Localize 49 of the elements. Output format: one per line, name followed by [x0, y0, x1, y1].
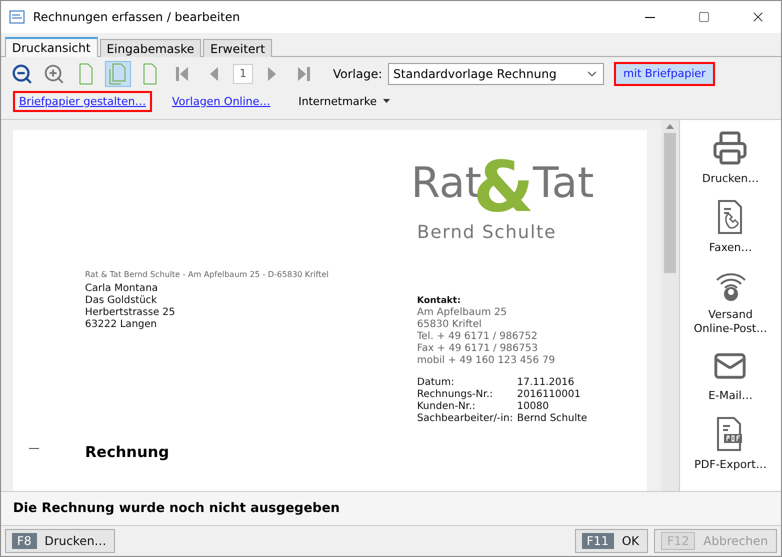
template-label: Vorlage:: [333, 66, 382, 80]
action-button[interactable]: Versand Online-Post…: [694, 268, 768, 335]
nav-icon: [296, 64, 312, 82]
detail-value: Bernd Schulte: [517, 413, 588, 425]
address-line: Das Goldstück: [85, 295, 158, 307]
address-line: Carla Montana: [85, 283, 159, 295]
menu-button[interactable]: Internetmarke: [290, 92, 398, 110]
tab[interactable]: Eingabemaske: [100, 39, 202, 57]
detail-value: 10080: [517, 401, 550, 413]
action-button[interactable]: Drucken…: [702, 130, 759, 186]
detail-label: Rechnungs-Nr.:: [417, 389, 494, 401]
template-dropdown[interactable]: Standardvorlage Rechnung: [388, 62, 604, 84]
link[interactable]: Vorlagen Online…: [166, 90, 276, 112]
sender-line: Rat & Tat Bernd Schulte - Am Apfelbaum 25 - D-65830 Kriftel: [85, 270, 330, 279]
window-title: Rechnungen erfassen / bearbeiten: [33, 10, 241, 24]
action-button[interactable]: Faxen…: [709, 199, 752, 254]
footer-button[interactable]: F11 OK: [574, 529, 648, 553]
contact-heading: Kontakt:: [417, 295, 462, 307]
tab[interactable]: Erweitert: [203, 39, 272, 57]
contact-line: 65830 Kriftel: [417, 319, 483, 331]
detail-value: 2016110001: [517, 389, 582, 401]
letterhead-button[interactable]: mit Briefpapier: [614, 62, 715, 86]
link[interactable]: Briefpapier gestalten…: [13, 90, 152, 112]
detail-label: Kunden-Nr.:: [417, 401, 476, 413]
status-message: Die Rechnung wurde noch nicht ausgegeben: [13, 501, 340, 516]
contact-line: Tel. + 49 6171 / 986752: [417, 331, 539, 343]
contact-line: Fax + 49 6171 / 986753: [417, 343, 539, 355]
footer-button[interactable]: F8 Drucken…: [5, 529, 116, 553]
action-button[interactable]: PDF-Export…: [694, 416, 767, 472]
detail-label: Datum:: [417, 377, 456, 389]
page-number-field[interactable]: 1: [233, 64, 253, 84]
document-heading: Rechnung: [85, 443, 170, 461]
scroll-up-icon: [666, 124, 674, 129]
detail-label: Sachbearbeiter/-in:: [417, 413, 514, 425]
action-button[interactable]: E-Mail…: [708, 348, 753, 402]
app-icon: [9, 9, 25, 25]
tab[interactable]: Druckansicht: [5, 37, 98, 57]
maximize-icon: [698, 11, 710, 23]
address-line: Herbertstrasse 25: [85, 307, 176, 319]
contact-line: mobil + 49 160 123 456 79: [417, 355, 556, 367]
page-view-button[interactable]: [105, 60, 131, 86]
scrollbar[interactable]: [661, 120, 679, 491]
nav-icon: [174, 64, 190, 82]
minimize-icon: [645, 16, 655, 18]
contact-line: Am Apfelbaum 25: [417, 307, 508, 319]
address-line: 63222 Langen: [85, 319, 158, 331]
caret-icon: [382, 99, 390, 103]
detail-value: 17.11.2016: [517, 377, 576, 389]
printer-icon: [712, 130, 748, 166]
